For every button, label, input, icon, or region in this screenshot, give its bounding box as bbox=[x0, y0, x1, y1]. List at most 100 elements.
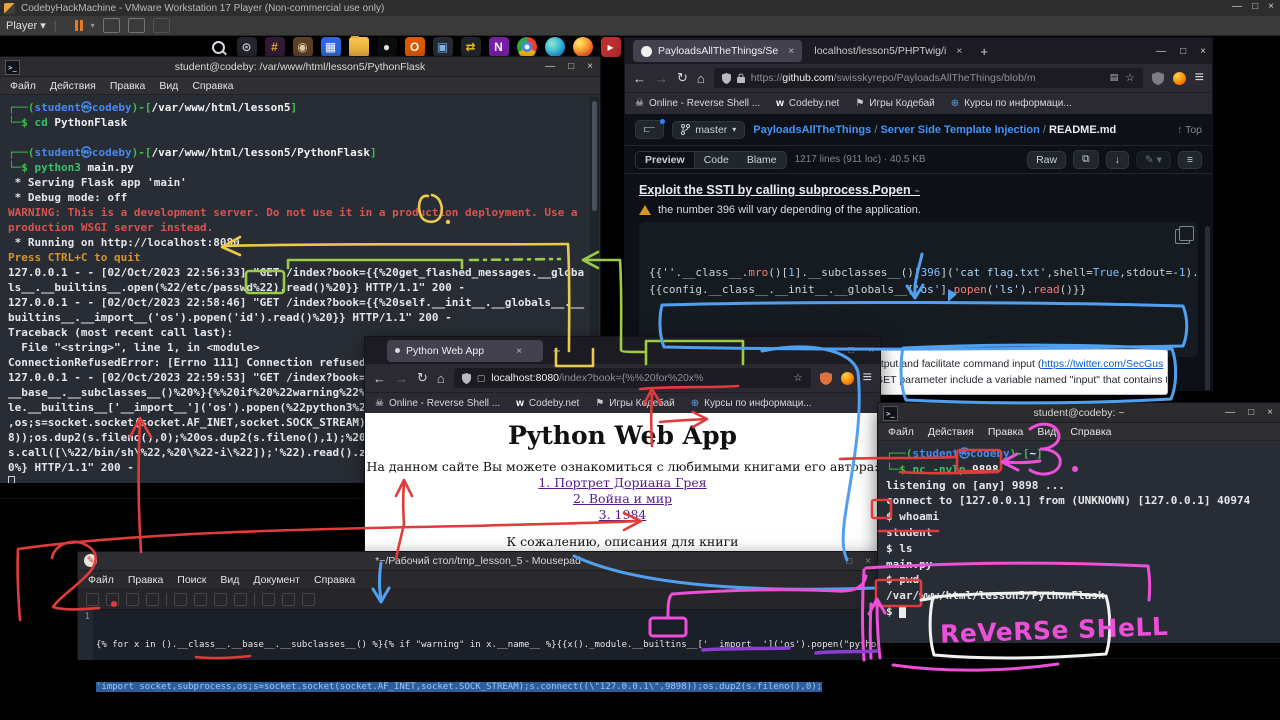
breadcrumb-folder[interactable]: Server Side Template Injection bbox=[880, 124, 1039, 136]
menu-item[interactable]: Вид bbox=[159, 80, 178, 92]
tab-close-icon[interactable]: × bbox=[956, 45, 962, 57]
reload-icon[interactable]: ↻ bbox=[417, 370, 428, 386]
menu-hamburger-icon[interactable]: ≡ bbox=[1195, 69, 1204, 87]
tab-close-icon[interactable]: × bbox=[788, 45, 794, 57]
new-tab-button[interactable]: + bbox=[980, 44, 988, 59]
tab-python-web-app[interactable]: Python Web App × bbox=[387, 340, 543, 362]
minimize-icon[interactable]: — bbox=[1225, 407, 1235, 418]
vmware-titlebar[interactable]: CodebyHackMachine - VMware Workstation 1… bbox=[0, 0, 1280, 16]
forward-icon[interactable]: → bbox=[655, 71, 668, 86]
breadcrumb[interactable]: PayloadsAllTheThings / Server Side Templ… bbox=[753, 124, 1116, 136]
bookmark-star-icon[interactable]: ☆ bbox=[793, 372, 802, 384]
menu-hamburger-icon[interactable]: ≡ bbox=[863, 369, 872, 387]
ublock-shield-icon[interactable] bbox=[1152, 72, 1164, 85]
minimize-icon[interactable]: — bbox=[545, 61, 555, 72]
pause-vm-icon[interactable] bbox=[75, 20, 83, 31]
anchor-link-icon[interactable]: ⌁ bbox=[914, 186, 920, 197]
editor-area[interactable]: 1 {% for x in ().__class__.__base__.__su… bbox=[78, 610, 878, 660]
copy-raw-icon[interactable]: ⧉ bbox=[1073, 150, 1099, 169]
toolbar-icon[interactable] bbox=[234, 593, 247, 606]
menu-item[interactable]: Вид bbox=[220, 574, 239, 586]
close-icon[interactable]: × bbox=[865, 556, 871, 567]
new-tab-button[interactable]: + bbox=[553, 343, 561, 358]
chrome-icon[interactable] bbox=[517, 37, 537, 57]
close-icon[interactable]: × bbox=[587, 61, 593, 72]
reload-icon[interactable]: ↻ bbox=[677, 70, 688, 86]
menu-item[interactable]: Файл bbox=[10, 80, 36, 92]
book-link[interactable]: 3. 1984 bbox=[365, 507, 880, 522]
outline-icon[interactable]: ≡ bbox=[1178, 151, 1202, 169]
back-icon[interactable]: ← bbox=[373, 371, 386, 386]
maximize-icon[interactable]: □ bbox=[568, 61, 574, 72]
minimize-icon[interactable]: — bbox=[1156, 46, 1166, 57]
tooltip-link[interactable]: https://twitter.com/SecGus bbox=[1041, 358, 1163, 370]
minimize-icon[interactable]: — bbox=[1232, 1, 1242, 12]
firefox-account-icon[interactable] bbox=[841, 372, 854, 385]
bookmark-flag[interactable]: ⚑Игры Кодебай bbox=[855, 98, 934, 109]
virtualbox-icon[interactable]: ▣ bbox=[433, 37, 453, 57]
maximize-icon[interactable]: □ bbox=[846, 556, 852, 567]
scrollbar[interactable] bbox=[1205, 226, 1210, 390]
book-link[interactable]: 2. Война и мир bbox=[365, 491, 880, 506]
bookmark-globe[interactable]: ⊕Курсы по информаци... bbox=[951, 98, 1072, 109]
maximize-icon[interactable]: □ bbox=[848, 345, 854, 356]
edit-pencil-icon[interactable]: ✎ ▾ bbox=[1136, 151, 1171, 169]
bookmark-globe[interactable]: ⊕Курсы по информаци... bbox=[691, 398, 812, 409]
book-link[interactable]: 1. Портрет Дориана Грея bbox=[365, 475, 880, 490]
raw-button[interactable]: Raw bbox=[1027, 151, 1066, 169]
edge-icon[interactable] bbox=[545, 37, 565, 57]
toolbar-icon[interactable] bbox=[174, 593, 187, 606]
onenote-icon[interactable]: N bbox=[489, 37, 509, 57]
tab-localhost-phptwig[interactable]: localhost/lesson5/PHPTwig/i × bbox=[806, 40, 970, 62]
red-media-app-icon[interactable]: ▸ bbox=[601, 37, 621, 57]
toolbar-icon[interactable] bbox=[146, 593, 159, 606]
portrait-app-icon[interactable]: ◉ bbox=[293, 37, 313, 57]
dark-app-icon[interactable]: ● bbox=[377, 37, 397, 57]
maximize-icon[interactable]: □ bbox=[1248, 407, 1254, 418]
toolbar-icon[interactable] bbox=[262, 593, 275, 606]
minimize-icon[interactable]: — bbox=[824, 345, 834, 356]
menu-item[interactable]: Действия bbox=[50, 80, 96, 92]
menu-item[interactable]: Справка bbox=[314, 574, 355, 586]
close-icon[interactable]: × bbox=[1268, 1, 1274, 12]
firefox-account-icon[interactable] bbox=[1173, 72, 1186, 85]
menu-item[interactable]: Справка bbox=[192, 80, 233, 92]
file-explorer-icon[interactable] bbox=[349, 37, 369, 57]
calendar-app-icon[interactable]: ▦ bbox=[321, 37, 341, 57]
file-tree-toggle[interactable]: ⫍ bbox=[635, 120, 664, 139]
fullscreen-icon[interactable] bbox=[128, 18, 145, 33]
firefox-icon[interactable] bbox=[573, 37, 593, 57]
send-ctrl-alt-del-icon[interactable] bbox=[103, 18, 120, 33]
bookmark-w[interactable]: wCodeby.net bbox=[776, 98, 839, 109]
url-bar[interactable]: ▢ localhost:8080/index?book={%%20for%20x… bbox=[454, 368, 811, 388]
menu-item[interactable]: Действия bbox=[928, 426, 974, 438]
menu-item[interactable]: Вид bbox=[1037, 426, 1056, 438]
toolbar-icon[interactable] bbox=[194, 593, 207, 606]
close-icon[interactable]: × bbox=[1267, 407, 1273, 418]
toolbar-icon[interactable] bbox=[106, 593, 119, 606]
url-bar[interactable]: https://github.com/swisskyrepo/PayloadsA… bbox=[714, 68, 1143, 88]
breadcrumb-repo[interactable]: PayloadsAllTheThings bbox=[753, 124, 871, 136]
tab-code[interactable]: Code bbox=[695, 152, 738, 168]
close-icon[interactable]: × bbox=[868, 345, 874, 356]
tab-close-icon[interactable]: × bbox=[516, 345, 522, 357]
bookmark-skull[interactable]: ☠Online - Reverse Shell ... bbox=[635, 98, 760, 109]
maximize-icon[interactable]: □ bbox=[1180, 46, 1186, 57]
bookmark-w[interactable]: wCodeby.net bbox=[516, 398, 579, 409]
tab-payloadsallthethings[interactable]: PayloadsAllTheThings/Se × bbox=[633, 40, 802, 62]
toolbar-icon[interactable] bbox=[282, 593, 295, 606]
close-icon[interactable]: × bbox=[1200, 46, 1206, 57]
pause-dropdown-caret[interactable]: ▾ bbox=[91, 21, 95, 30]
toolbar-icon[interactable] bbox=[302, 593, 315, 606]
bookmark-star-icon[interactable]: ☆ bbox=[1125, 72, 1134, 84]
player-menu[interactable]: Player ▾ bbox=[6, 19, 46, 32]
home-icon[interactable]: ⌂ bbox=[697, 71, 705, 86]
yellow-arrows-app-icon[interactable]: ⇄ bbox=[461, 37, 481, 57]
menu-item[interactable]: Документ bbox=[253, 574, 300, 586]
windows-search-button[interactable] bbox=[209, 37, 229, 57]
menu-item[interactable]: Правка bbox=[110, 80, 145, 92]
maximize-icon[interactable]: □ bbox=[1252, 1, 1258, 12]
windows-start-button[interactable] bbox=[184, 39, 201, 56]
bookmark-skull[interactable]: ☠Online - Reverse Shell ... bbox=[375, 398, 500, 409]
menu-item[interactable]: Правка bbox=[988, 426, 1023, 438]
